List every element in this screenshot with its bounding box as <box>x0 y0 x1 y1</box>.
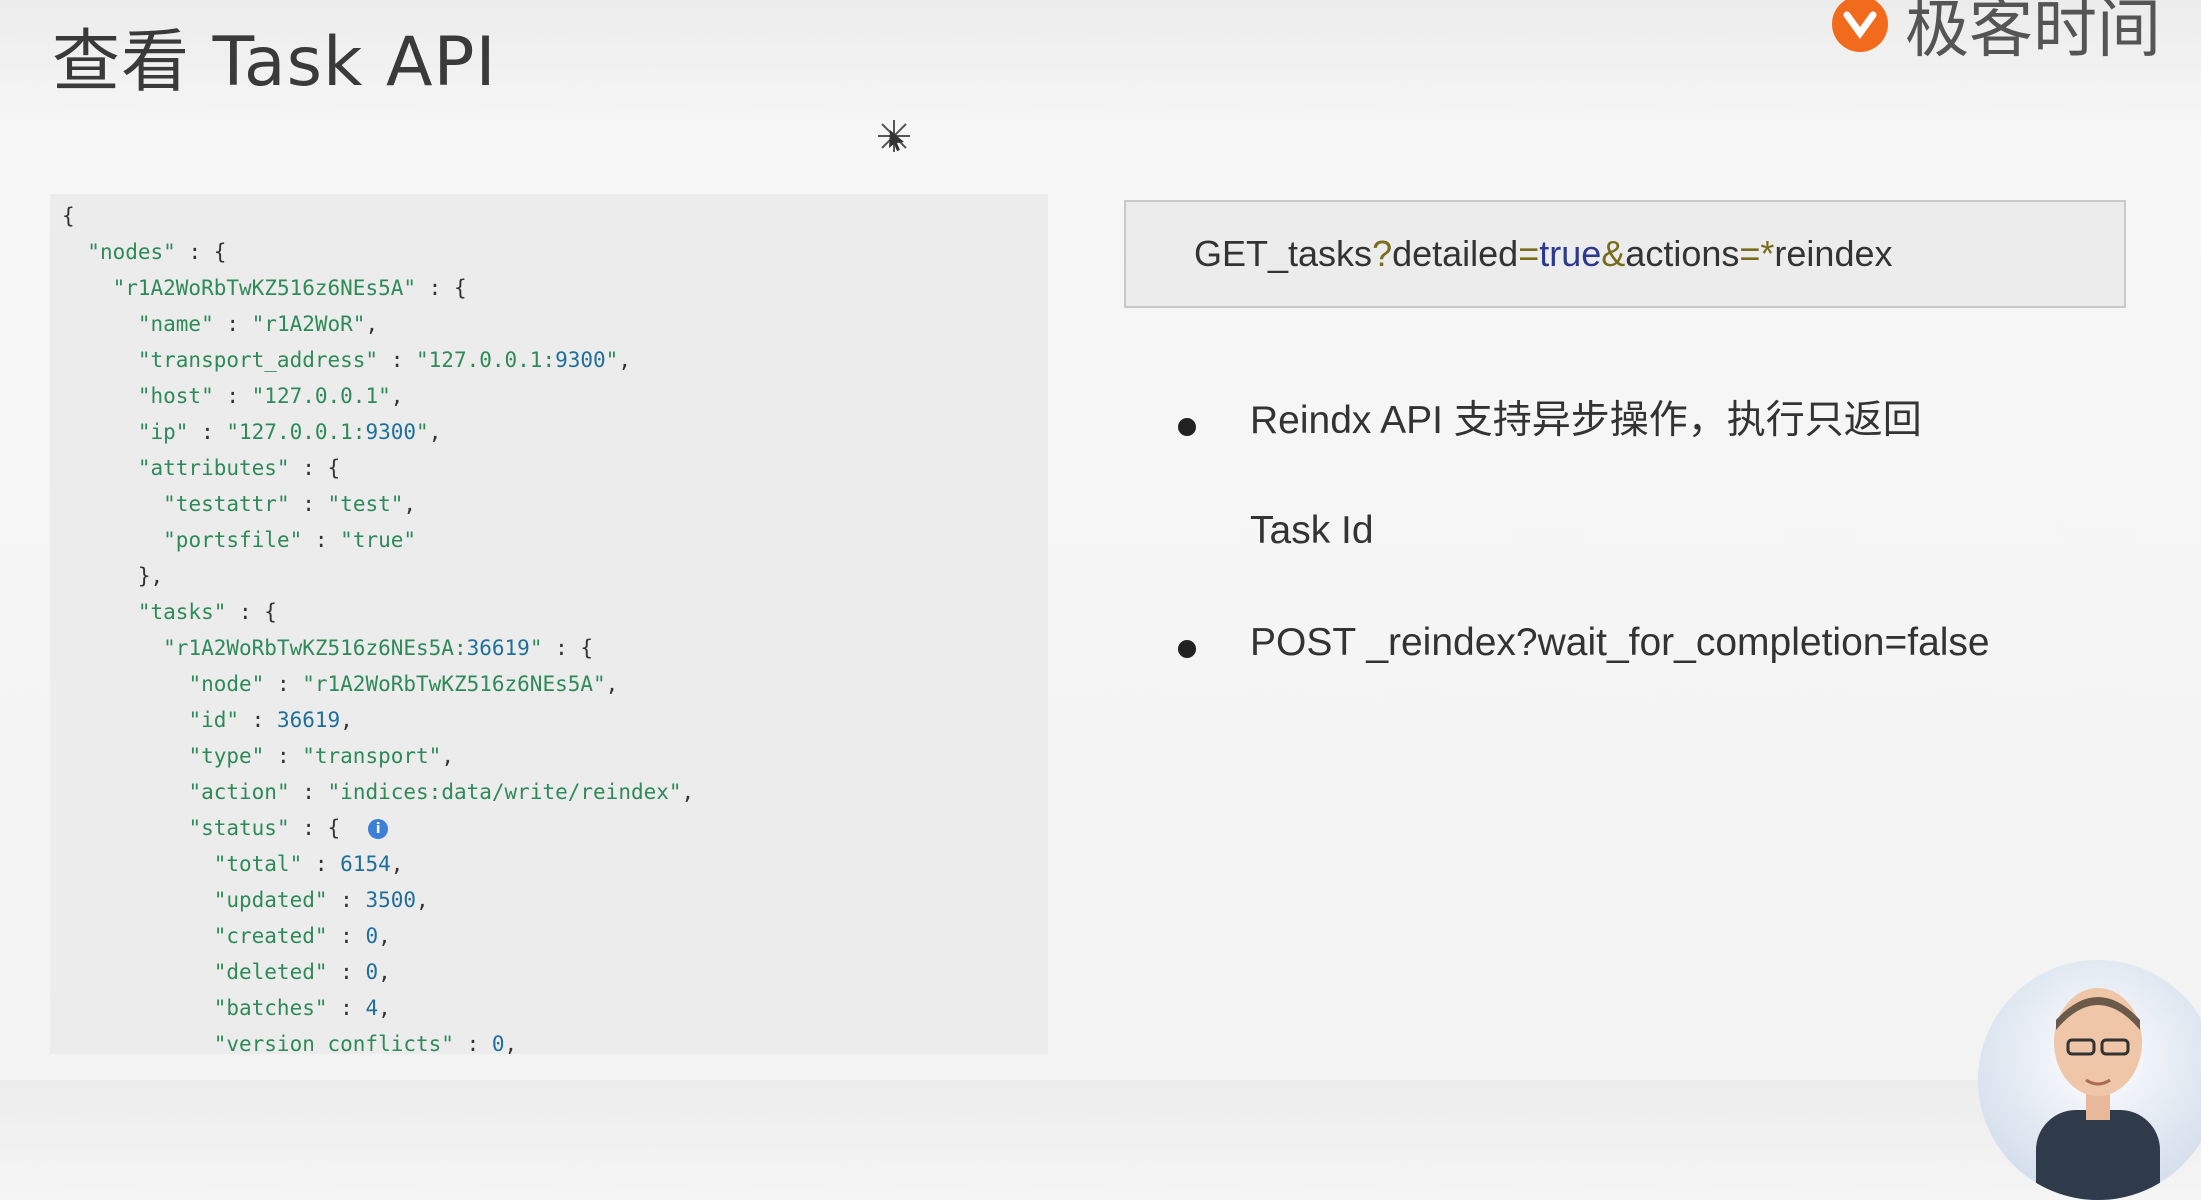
request-box: GET _tasks? detailed = true & actions = * reinde… <box>1124 200 2126 308</box>
presenter-figure-icon <box>2036 988 2160 1200</box>
cursor-sparkle-icon <box>878 120 910 152</box>
code-line: "total" : 6154, <box>213 852 404 876</box>
request-value-true: true <box>1539 233 1602 274</box>
code-line: "portsfile" : "true" <box>163 528 417 552</box>
bullet-line: Reindx API 支持异步操作，执行只返回 <box>1250 399 1922 442</box>
bullet-text: Reindx API 支持异步操作，执行只返回 Task Id <box>1250 366 1922 586</box>
request-path: _tasks <box>1268 233 1373 274</box>
code-line: "r1A2WoRbTwKZ516z6NEs5A:36619" : { <box>163 636 594 660</box>
code-panel: { "nodes" : { "r1A2WoRbTwKZ516z6NEs5A" :… <box>50 194 1048 1054</box>
bullet-line: POST _reindex?wait_for_completion=false <box>1250 621 1990 664</box>
presenter-video-avatar <box>1978 960 2201 1200</box>
code-line: "attributes" : { <box>137 456 341 480</box>
info-icon[interactable]: i <box>368 819 389 839</box>
code-line: "id" : 36619, <box>188 708 353 732</box>
bullet-item: Reindx API 支持异步操作，执行只返回 Task Id <box>1178 399 1922 586</box>
code-line: "version_conflicts" : 0, <box>213 1032 518 1054</box>
code-line: "ip" : "127.0.0.1:9300", <box>137 420 442 444</box>
brand-text: 极客时间 <box>1905 0 2161 67</box>
request-query-mark: ? <box>1372 233 1393 274</box>
code-line: "action" : "indices:data/write/reindex", <box>188 780 695 804</box>
request-value-reindex: reindex <box>1774 233 1893 274</box>
code-line: "host" : "127.0.0.1", <box>137 384 404 408</box>
request-method: GET <box>1194 233 1269 274</box>
code-line: "type" : "transport", <box>188 744 454 768</box>
request-equals: = <box>1518 233 1540 274</box>
bullet-dot-icon <box>1178 418 1196 436</box>
brand-logo: 极客时间 <box>1829 0 2161 70</box>
bullet-text: POST _reindex?wait_for_completion=false <box>1250 588 1990 698</box>
bullet-line: Task Id <box>1250 509 1374 552</box>
code-line: { <box>62 204 75 228</box>
code-line: "testattr" : "test", <box>163 492 417 516</box>
bullet-dot-icon <box>1178 640 1196 658</box>
code-line: }, <box>62 564 164 588</box>
code-line: "nodes" : { <box>87 240 227 264</box>
code-line: "node" : "r1A2WoRbTwKZ516z6NEs5A", <box>188 672 619 696</box>
request-ampersand: & <box>1601 233 1626 274</box>
code-line: "name" : "r1A2WoR", <box>137 312 379 336</box>
geektime-logo-icon <box>1832 0 1888 52</box>
request-equals: = <box>1739 233 1761 274</box>
code-line: "batches" : 4, <box>213 996 391 1020</box>
request-param-detailed: detailed <box>1392 233 1519 274</box>
request-star: * <box>1760 233 1775 274</box>
code-line: "created" : 0, <box>213 924 391 948</box>
request-param-actions: actions <box>1625 233 1740 274</box>
code-line: "updated" : 3500, <box>213 888 429 912</box>
slide-title: 查看 Task API <box>52 23 497 102</box>
code-line: "r1A2WoRbTwKZ516z6NEs5A" : { <box>112 276 467 300</box>
code-line: "transport_address" : "127.0.0.1:9300", <box>137 348 631 372</box>
code-line: "deleted" : 0, <box>213 960 391 984</box>
bullet-item: POST _reindex?wait_for_completion=false <box>1178 621 1990 698</box>
code-line: "tasks" : { <box>137 600 277 624</box>
code-line: "status" : {i <box>62 816 389 840</box>
